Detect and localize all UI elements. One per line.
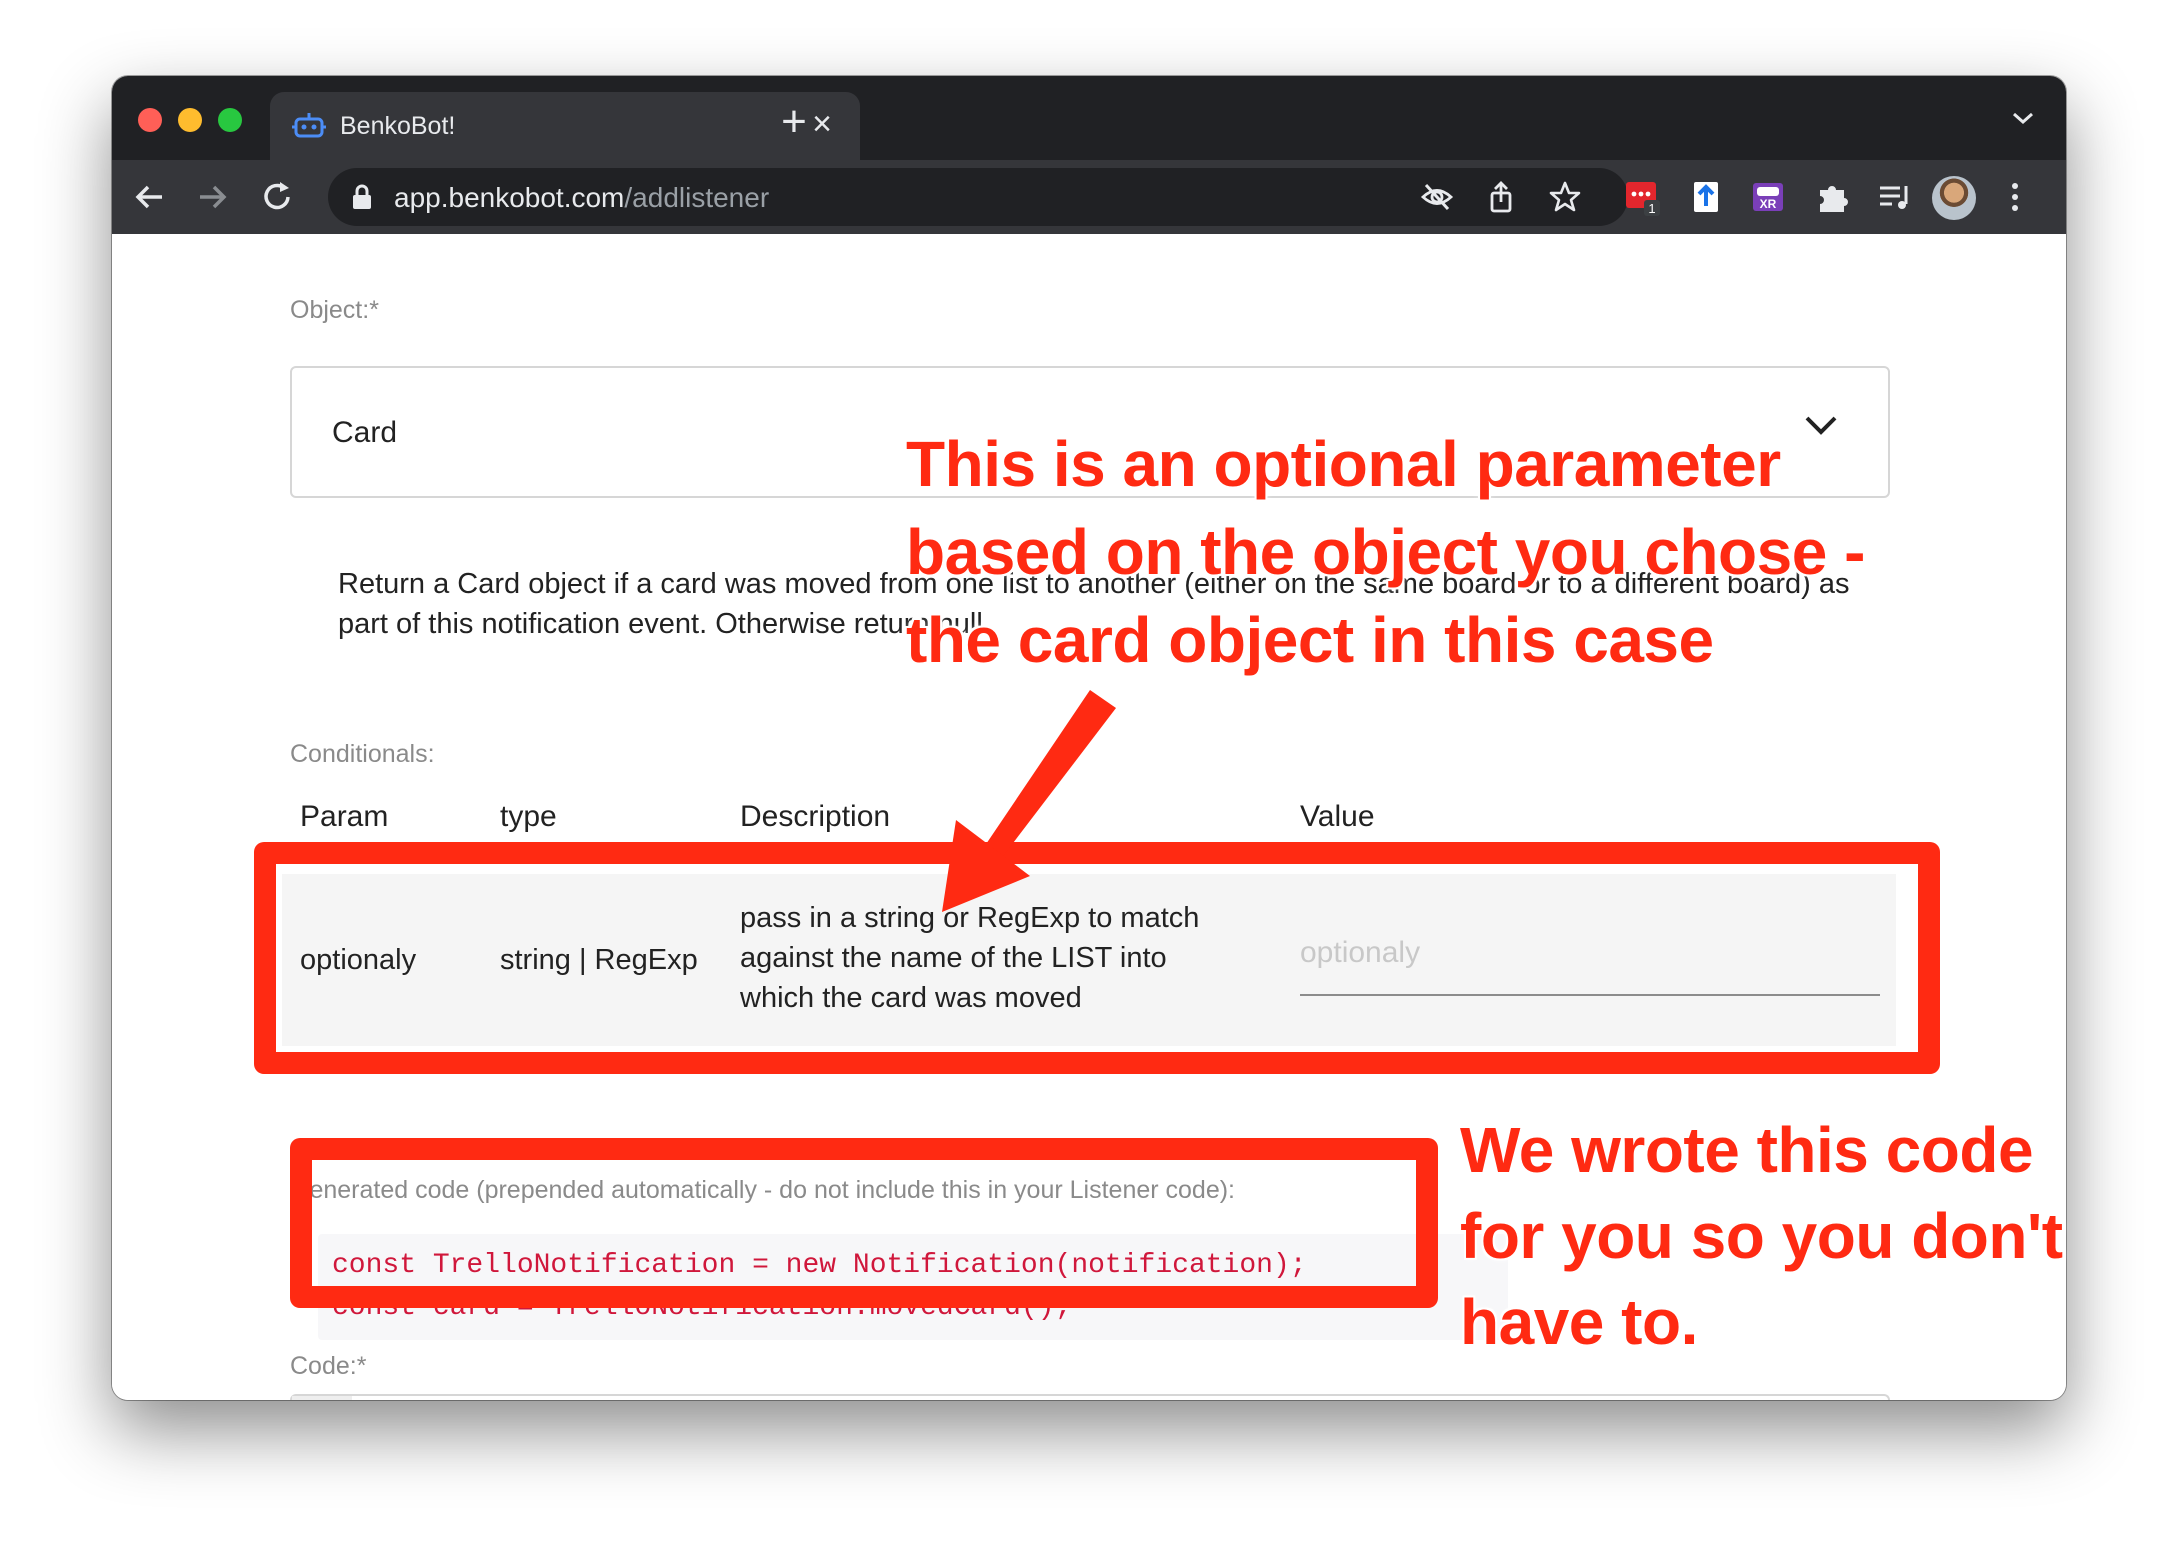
callout-right-line-1: We wrote this code bbox=[1460, 1114, 2034, 1186]
star-icon[interactable] bbox=[1548, 180, 1582, 214]
close-window-button[interactable] bbox=[138, 108, 162, 132]
tab-title: BenkoBot! bbox=[340, 112, 456, 140]
media-control-icon[interactable] bbox=[1876, 178, 1914, 216]
callout-top-line-2: based on the object you chose - bbox=[906, 516, 1865, 588]
profile-avatar[interactable] bbox=[1932, 176, 1976, 220]
column-header-param: Param bbox=[300, 800, 389, 833]
eye-slash-icon[interactable] bbox=[1420, 180, 1454, 214]
robot-icon bbox=[292, 113, 326, 138]
xr-extension-icon[interactable]: XR bbox=[1750, 178, 1788, 216]
chevron-down-icon bbox=[1805, 416, 1837, 435]
back-arrow-icon[interactable] bbox=[130, 178, 168, 216]
tab-search-chevron-icon[interactable] bbox=[2010, 108, 2036, 128]
lock-icon bbox=[353, 184, 371, 209]
callout-right-line-3: have to. bbox=[1460, 1286, 1698, 1358]
minimize-window-button[interactable] bbox=[178, 108, 202, 132]
callout-arrow bbox=[942, 690, 1116, 912]
column-header-value: Value bbox=[1300, 800, 1375, 833]
more-options-icon[interactable] bbox=[2010, 180, 2020, 214]
share-icon[interactable] bbox=[1484, 180, 1518, 214]
code-label: Code:* bbox=[290, 1352, 367, 1380]
browser-toolbar: app.benkobot.com/addlistener 1 XR bbox=[112, 160, 2066, 234]
extension-badge-count: 1 bbox=[1648, 201, 1655, 216]
code-highlight-box bbox=[290, 1138, 1438, 1308]
column-header-description: Description bbox=[740, 800, 891, 833]
forward-arrow-icon[interactable] bbox=[194, 178, 232, 216]
conditionals-label: Conditionals: bbox=[290, 740, 435, 768]
url-path: /addlistener bbox=[624, 182, 770, 213]
new-tab-button[interactable]: + bbox=[772, 100, 816, 146]
code-editor-gutter bbox=[292, 1396, 352, 1400]
callout-top-line-3: the card object in this case bbox=[906, 604, 1714, 676]
url-text: app.benkobot.com/addlistener bbox=[394, 182, 769, 214]
code-editor[interactable] bbox=[290, 1394, 1890, 1400]
puzzle-piece-icon[interactable] bbox=[1814, 178, 1852, 216]
url-host: app.benkobot.com bbox=[394, 182, 625, 213]
object-select-value: Card bbox=[332, 416, 398, 449]
zoom-window-button[interactable] bbox=[218, 108, 242, 132]
object-label: Object:* bbox=[290, 296, 379, 324]
svg-text:XR: XR bbox=[1760, 197, 1777, 211]
callout-top-line-1: This is an optional parameter bbox=[906, 428, 1781, 500]
upload-extension-icon[interactable] bbox=[1688, 178, 1726, 216]
address-bar[interactable]: app.benkobot.com/addlistener bbox=[328, 168, 1628, 226]
calendar-extension-icon[interactable]: 1 bbox=[1624, 178, 1662, 216]
callout-right-line-2: for you so you don't bbox=[1460, 1200, 2063, 1272]
column-header-type: type bbox=[500, 800, 557, 833]
reload-icon[interactable] bbox=[258, 178, 296, 216]
tab-strip: BenkoBot! × + bbox=[112, 76, 2066, 160]
